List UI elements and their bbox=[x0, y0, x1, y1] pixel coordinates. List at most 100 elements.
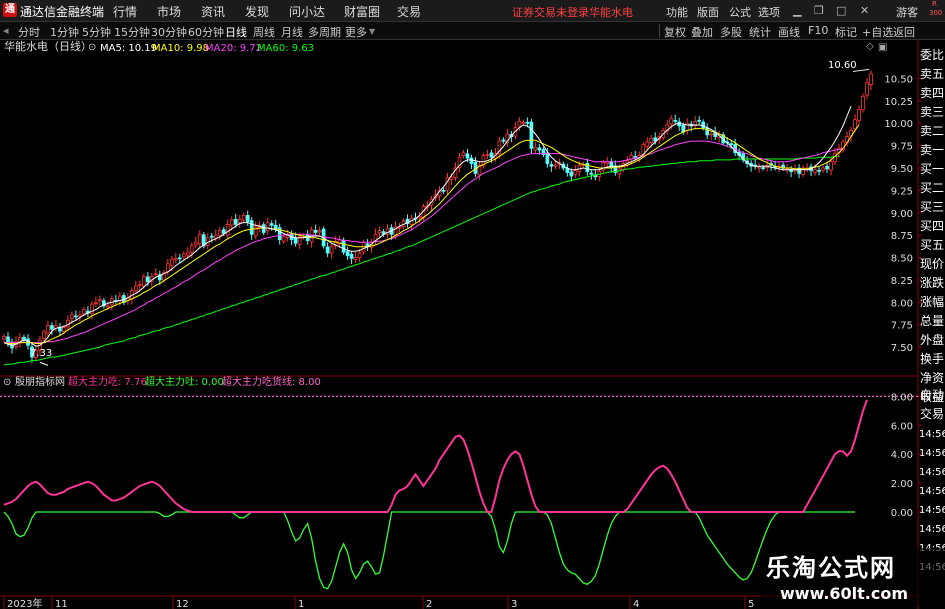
candle-body bbox=[829, 161, 833, 171]
candle-body bbox=[197, 233, 202, 245]
tool-huaxian[interactable]: 画线 bbox=[778, 24, 800, 40]
tool-back[interactable]: 返回 bbox=[893, 24, 915, 40]
candle-body bbox=[341, 239, 346, 253]
minimize-icon[interactable]: ▁ bbox=[793, 4, 801, 17]
candle-body bbox=[169, 258, 174, 266]
time-item: 14:56 bbox=[919, 448, 945, 459]
app-logo-icon: 通 bbox=[3, 3, 17, 17]
tool-duogu[interactable]: 多股 bbox=[720, 24, 742, 40]
more-dropdown-icon[interactable]: ▼ bbox=[369, 27, 375, 36]
candle-body bbox=[241, 215, 246, 221]
tool-f10[interactable]: F10 bbox=[808, 24, 828, 37]
candle-body bbox=[649, 138, 654, 143]
auto-trade-item[interactable]: 交易 bbox=[919, 405, 945, 424]
candle-body bbox=[861, 95, 865, 111]
period-1min[interactable]: 1分钟 bbox=[50, 24, 79, 40]
y-tick-label: 8.25 bbox=[891, 276, 913, 287]
x-tick-label: 2 bbox=[426, 599, 432, 609]
candle-body bbox=[42, 331, 46, 339]
watermark: 乐淘公式网 www.60lt.com bbox=[760, 548, 945, 606]
tool-tongji[interactable]: 统计 bbox=[749, 24, 771, 40]
menu-faxian[interactable]: 发现 bbox=[245, 3, 269, 20]
menu-wenxiaoda[interactable]: 问小达 bbox=[289, 3, 325, 20]
candle-body bbox=[185, 251, 190, 256]
ma20-label: MA20: 9.72 bbox=[205, 43, 262, 54]
quote-field: 总量 bbox=[919, 314, 944, 328]
eat-line-label: 超大主力吃: 7.76 bbox=[68, 375, 147, 388]
diamond-icon[interactable]: ◇ bbox=[866, 41, 874, 52]
menu-hangqing[interactable]: 行情 bbox=[113, 3, 137, 20]
spit-line bbox=[3, 511, 855, 590]
x-tick-label: 2023年 bbox=[7, 597, 42, 609]
candle-body bbox=[313, 229, 318, 233]
menu-jiaoyi[interactable]: 交易 bbox=[397, 3, 421, 20]
quote-field: 卖五 bbox=[919, 67, 944, 81]
period-monthly[interactable]: 月线 bbox=[281, 24, 303, 40]
menu-gongneng[interactable]: 功能 bbox=[666, 4, 688, 20]
candle-body bbox=[229, 219, 234, 226]
candle-body bbox=[329, 246, 334, 254]
sub-y-tick-label: 2.00 bbox=[891, 479, 913, 490]
watermark-url: www.60lt.com bbox=[780, 584, 909, 603]
accumulate-line-label: 超大主力吃货线: 8.00 bbox=[222, 375, 321, 388]
menu-zixun[interactable]: 资讯 bbox=[201, 3, 225, 20]
candle-body bbox=[94, 301, 98, 304]
candle-body bbox=[249, 220, 254, 235]
sub-chart-title: 殷朋指标网 bbox=[15, 375, 65, 388]
tool-biaoji[interactable]: 标记 bbox=[835, 24, 857, 40]
close-icon[interactable]: ✕ bbox=[860, 4, 869, 17]
period-15min[interactable]: 15分钟 bbox=[114, 24, 150, 40]
toolbar-arrow-icon[interactable]: ◂ bbox=[3, 24, 9, 37]
menu-xuanxiang[interactable]: 选项 bbox=[758, 4, 780, 20]
indicator-settings-icon[interactable]: ⊙ bbox=[3, 377, 11, 388]
candle-body bbox=[293, 237, 298, 244]
user-label[interactable]: 游客 bbox=[896, 4, 918, 20]
candle-body bbox=[553, 164, 558, 167]
menu-shichang[interactable]: 市场 bbox=[157, 3, 181, 20]
period-fenshi[interactable]: 分时 bbox=[18, 24, 40, 40]
maximize-icon[interactable]: □ bbox=[836, 4, 846, 17]
auto-trade-panel[interactable]: 自动 交易 bbox=[919, 386, 945, 424]
period-daily[interactable]: 日线 bbox=[225, 24, 247, 40]
period-5min[interactable]: 5分钟 bbox=[82, 24, 111, 40]
candle-body bbox=[50, 325, 54, 330]
restore-icon[interactable]: ❐ bbox=[814, 4, 824, 17]
menu-caifuquan[interactable]: 财富圈 bbox=[344, 3, 380, 20]
time-item: 14:56 bbox=[919, 467, 945, 478]
trade-login-status[interactable]: 证券交易未登录 bbox=[512, 4, 589, 20]
tool-diejia[interactable]: 叠加 bbox=[691, 24, 713, 40]
time-item: 14:56 bbox=[919, 524, 945, 535]
period-multi[interactable]: 多周期 bbox=[308, 24, 341, 40]
candle-body bbox=[757, 166, 761, 169]
quote-field: 卖三 bbox=[919, 105, 944, 119]
y-tick-label: 10.00 bbox=[884, 119, 913, 130]
window-toggle-icon[interactable]: ▣ bbox=[878, 42, 887, 53]
candle-body bbox=[134, 285, 138, 292]
corner-r: R bbox=[932, 0, 937, 8]
period-60min[interactable]: 60分钟 bbox=[188, 24, 224, 40]
tool-fuquan[interactable]: 复权 bbox=[664, 24, 686, 40]
x-tick-label: 4 bbox=[633, 599, 639, 609]
menu-gongshi[interactable]: 公式 bbox=[729, 4, 751, 20]
candle-body bbox=[193, 241, 198, 246]
chart-area[interactable]: 10.5010.2510.009.759.509.259.008.758.508… bbox=[0, 40, 945, 609]
period-more[interactable]: 更多 bbox=[345, 24, 367, 40]
candle-body bbox=[233, 218, 238, 225]
candle-body bbox=[74, 315, 78, 318]
candle-body bbox=[517, 120, 522, 127]
candle-body bbox=[729, 143, 734, 146]
ma-settings-icon[interactable]: ⊙ bbox=[88, 42, 96, 53]
tool-add-watchlist[interactable]: +自选 bbox=[862, 24, 893, 40]
period-weekly[interactable]: 周线 bbox=[253, 24, 275, 40]
candle-body bbox=[821, 167, 825, 171]
candle-body bbox=[761, 167, 765, 170]
candle-body bbox=[525, 121, 530, 124]
candle-body bbox=[549, 164, 554, 167]
x-tick-label: 3 bbox=[511, 599, 517, 609]
candle-body bbox=[349, 253, 354, 259]
auto-trade-item[interactable]: 自动 bbox=[919, 386, 945, 405]
period-30min[interactable]: 30分钟 bbox=[151, 24, 187, 40]
corner-300: 300 bbox=[929, 9, 943, 17]
menu-banmian[interactable]: 版面 bbox=[697, 4, 719, 20]
candle-body bbox=[217, 230, 222, 236]
